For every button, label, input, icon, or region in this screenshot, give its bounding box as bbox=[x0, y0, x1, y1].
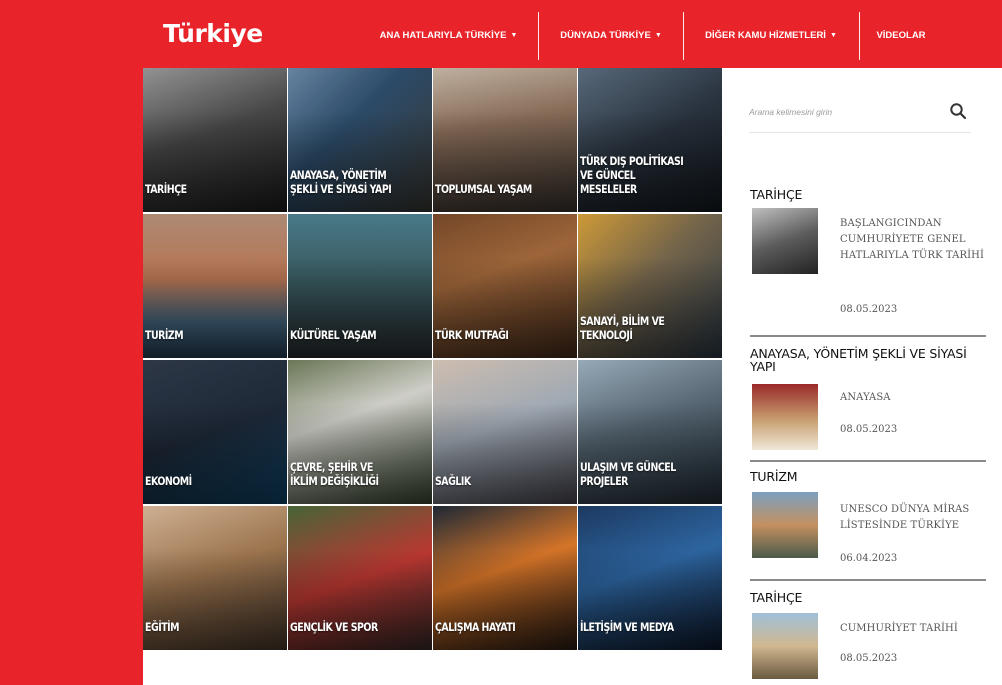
sidebar-title[interactable]: ANAYASA bbox=[840, 390, 985, 406]
sidebar-category[interactable]: TARİHÇE bbox=[750, 188, 802, 201]
sidebar-title[interactable]: UNESCO DÜNYA MİRAS LİSTESİNDE TÜRKİYE bbox=[840, 502, 985, 534]
nav-videolar[interactable]: VİDEOLAR bbox=[861, 10, 941, 60]
tile-label: ÇEVRE, ŞEHİR VE İKLİM DEĞİŞİKLİĞİ bbox=[290, 460, 379, 488]
tile-label: TÜRK DIŞ POLİTİKASI VE GÜNCEL MESELELER bbox=[580, 154, 684, 196]
tile-kulturel-yasam[interactable]: KÜLTÜREL YAŞAM bbox=[288, 214, 432, 358]
chevron-down-icon: ▼ bbox=[829, 31, 837, 39]
sidebar-divider bbox=[750, 335, 986, 337]
sidebar-divider bbox=[750, 460, 986, 462]
nav-divider bbox=[683, 12, 684, 60]
tile-label: GENÇLİK VE SPOR bbox=[290, 620, 378, 634]
tile-label: TOPLUMSAL YAŞAM bbox=[435, 182, 532, 196]
sidebar-title[interactable]: CUMHURİYET TARİHİ bbox=[840, 621, 985, 637]
nav-label: ANA HATLARIYLA TÜRKİYE bbox=[379, 29, 507, 41]
sidebar-category[interactable]: TARİHÇE bbox=[750, 591, 802, 604]
tile-label: SANAYİ, BİLİM VE TEKNOLOJİ bbox=[580, 314, 665, 342]
sidebar-thumbnail[interactable] bbox=[752, 492, 818, 558]
tile-iletisim-medya[interactable]: İLETİŞİM VE MEDYA bbox=[578, 506, 722, 650]
tile-tarihce[interactable]: TARİHÇE bbox=[143, 68, 287, 212]
sidebar-category[interactable]: TURİZM bbox=[750, 470, 798, 483]
nav-label: DİĞER KAMU HİZMETLERİ bbox=[705, 29, 826, 41]
tile-genclik-spor[interactable]: GENÇLİK VE SPOR bbox=[288, 506, 432, 650]
site-logo[interactable]: Türkiye bbox=[163, 19, 263, 48]
tile-label: ANAYASA, YÖNETİM ŞEKLİ VE SİYASİ YAPI bbox=[290, 168, 392, 196]
tile-label: EĞİTİM bbox=[145, 620, 180, 634]
tile-anayasa[interactable]: ANAYASA, YÖNETİM ŞEKLİ VE SİYASİ YAPI bbox=[288, 68, 432, 212]
tile-cevre-sehir-iklim[interactable]: ÇEVRE, ŞEHİR VE İKLİM DEĞİŞİKLİĞİ bbox=[288, 360, 432, 504]
tile-egitim[interactable]: EĞİTİM bbox=[143, 506, 287, 650]
tile-label: SAĞLIK bbox=[435, 474, 471, 488]
tile-ekonomi[interactable]: EKONOMİ bbox=[143, 360, 287, 504]
sidebar-divider bbox=[750, 579, 986, 581]
tile-calisma-hayati[interactable]: ÇALIŞMA HAYATI bbox=[433, 506, 577, 650]
nav-label: VİDEOLAR bbox=[876, 29, 926, 41]
category-tile-grid: TARİHÇE ANAYASA, YÖNETİM ŞEKLİ VE SİYASİ… bbox=[143, 68, 723, 650]
search-icon[interactable] bbox=[949, 102, 967, 120]
search-bar bbox=[749, 96, 971, 133]
nav-divider bbox=[538, 12, 539, 60]
sidebar-date: 06.04.2023 bbox=[840, 553, 898, 564]
sidebar-category[interactable]: ANAYASA, YÖNETİM ŞEKLİ VE SİYASİ YAPI bbox=[750, 347, 970, 373]
tile-ulasim-guncel-projeler[interactable]: ULAŞIM VE GÜNCEL PROJELER bbox=[578, 360, 722, 504]
tile-turizm[interactable]: TURİZM bbox=[143, 214, 287, 358]
chevron-down-icon: ▼ bbox=[510, 31, 518, 39]
tile-label: TURİZM bbox=[145, 328, 184, 342]
top-navigation-bar: Türkiye ANA HATLARIYLA TÜRKİYE ▼ DÜNYADA… bbox=[0, 0, 1002, 68]
sidebar-title[interactable]: BAŞLANGICINDAN CUMHURİYETE GENEL HATLARI… bbox=[840, 216, 985, 264]
nav-dunyada-turkiye[interactable]: DÜNYADA TÜRKİYE ▼ bbox=[540, 10, 682, 60]
tile-label: İLETİŞİM VE MEDYA bbox=[580, 620, 674, 634]
tile-turk-dis-politikasi[interactable]: TÜRK DIŞ POLİTİKASI VE GÜNCEL MESELELER bbox=[578, 68, 722, 212]
tile-toplumsal-yasam[interactable]: TOPLUMSAL YAŞAM bbox=[433, 68, 577, 212]
sidebar-thumbnail[interactable] bbox=[752, 613, 818, 679]
sidebar-date: 08.05.2023 bbox=[840, 424, 898, 435]
left-red-band bbox=[0, 0, 143, 685]
nav-divider bbox=[859, 12, 860, 60]
nav-label: DÜNYADA TÜRKİYE bbox=[560, 29, 651, 41]
tile-turk-mutfagi[interactable]: TÜRK MUTFAĞI bbox=[433, 214, 577, 358]
search-input[interactable] bbox=[749, 102, 929, 122]
sidebar-date: 08.05.2023 bbox=[840, 304, 898, 315]
tile-label: TÜRK MUTFAĞI bbox=[435, 328, 509, 342]
nav-diger-kamu-hizmetleri[interactable]: DİĞER KAMU HİZMETLERİ ▼ bbox=[685, 10, 857, 60]
tile-sanayi-bilim-teknoloji[interactable]: SANAYİ, BİLİM VE TEKNOLOJİ bbox=[578, 214, 722, 358]
tile-label: ULAŞIM VE GÜNCEL PROJELER bbox=[580, 460, 676, 488]
sidebar-thumbnail[interactable] bbox=[752, 384, 818, 450]
tile-label: KÜLTÜREL YAŞAM bbox=[290, 328, 377, 342]
chevron-down-icon: ▼ bbox=[654, 31, 662, 39]
tile-label: EKONOMİ bbox=[145, 474, 192, 488]
tile-saglik[interactable]: SAĞLIK bbox=[433, 360, 577, 504]
sidebar-date: 08.05.2023 bbox=[840, 653, 898, 664]
tile-label: TARİHÇE bbox=[145, 182, 187, 196]
nav-ana-hatlariyla-turkiye[interactable]: ANA HATLARIYLA TÜRKİYE ▼ bbox=[367, 10, 530, 60]
sidebar-thumbnail[interactable] bbox=[752, 208, 818, 274]
tile-label: ÇALIŞMA HAYATI bbox=[435, 620, 516, 634]
